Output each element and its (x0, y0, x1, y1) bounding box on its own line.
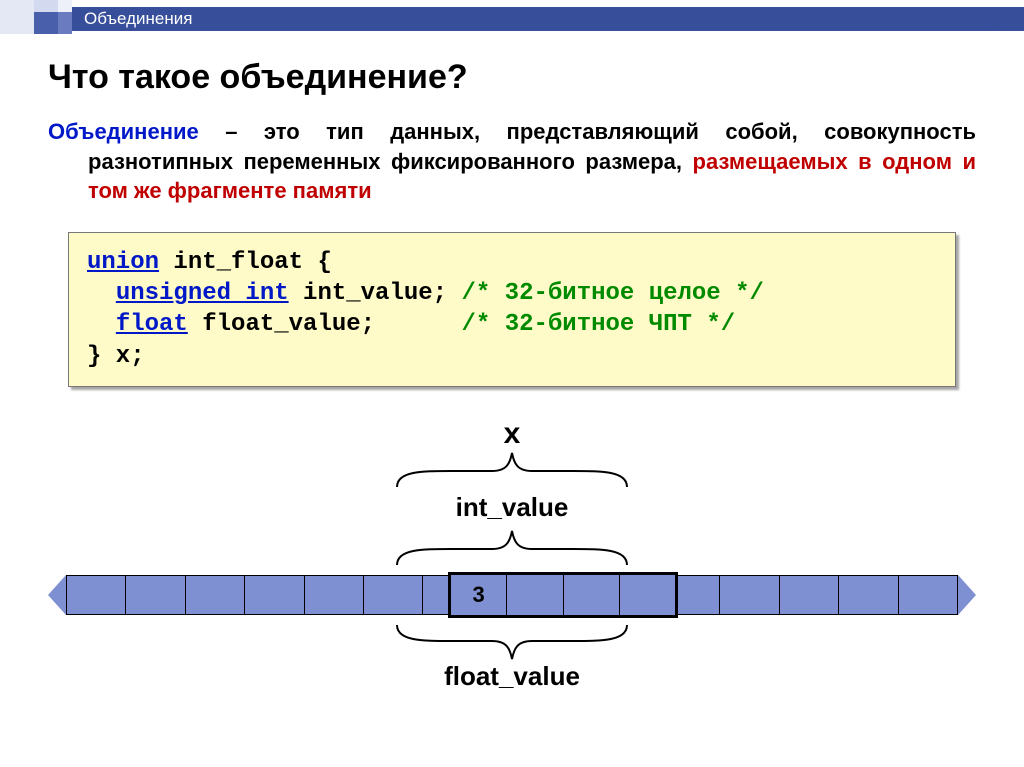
union-memory-region: 3 (448, 572, 678, 618)
definition-term: Объединение (48, 119, 199, 144)
slide-title: Что такое объединение? (48, 58, 976, 97)
memory-cell (899, 575, 958, 615)
int-value-label: int_value (48, 492, 976, 523)
strip-arrow-right-icon (958, 575, 976, 615)
memory-cell (245, 575, 304, 615)
float-value-label: float_value (48, 661, 976, 692)
slide-content: Что такое объединение? Объединение – это… (0, 36, 1024, 707)
brace-int-icon (392, 529, 632, 567)
code-text: int_float { (159, 249, 332, 276)
section-title: Объединения (72, 7, 1024, 31)
memory-cell (66, 575, 126, 615)
corner-decoration (0, 0, 80, 36)
code-comment: /* 32-битное ЧПТ */ (461, 311, 735, 338)
code-text: int_value; (289, 280, 462, 307)
strip-arrow-left-icon (48, 575, 66, 615)
brace-float-icon (392, 623, 632, 661)
keyword-union: union (87, 249, 159, 276)
variable-label: x (48, 417, 976, 451)
memory-cell (126, 575, 185, 615)
union-cell: 3 (451, 575, 507, 615)
code-block: union int_float { unsigned int int_value… (68, 232, 956, 387)
memory-cell (305, 575, 364, 615)
page-number: 32 (984, 6, 1008, 32)
memory-cell (364, 575, 423, 615)
code-indent (87, 280, 116, 307)
memory-cell (839, 575, 898, 615)
code-text: } x; (87, 343, 145, 370)
union-cell (507, 575, 563, 615)
code-text: float_value; (188, 311, 462, 338)
memory-diagram: x int_value (48, 417, 976, 707)
memory-cell (720, 575, 779, 615)
memory-cell (780, 575, 839, 615)
brace-x-icon (392, 451, 632, 489)
code-indent (87, 311, 116, 338)
slide-header: Объединения 32 (0, 0, 1024, 36)
keyword-unsigned-int: unsigned int (116, 280, 289, 307)
union-cell (620, 575, 675, 615)
keyword-float: float (116, 311, 188, 338)
union-cell (564, 575, 620, 615)
code-comment: /* 32-битное целое */ (461, 280, 763, 307)
definition-text: Объединение – это тип данных, представля… (48, 117, 976, 206)
memory-cell (186, 575, 245, 615)
